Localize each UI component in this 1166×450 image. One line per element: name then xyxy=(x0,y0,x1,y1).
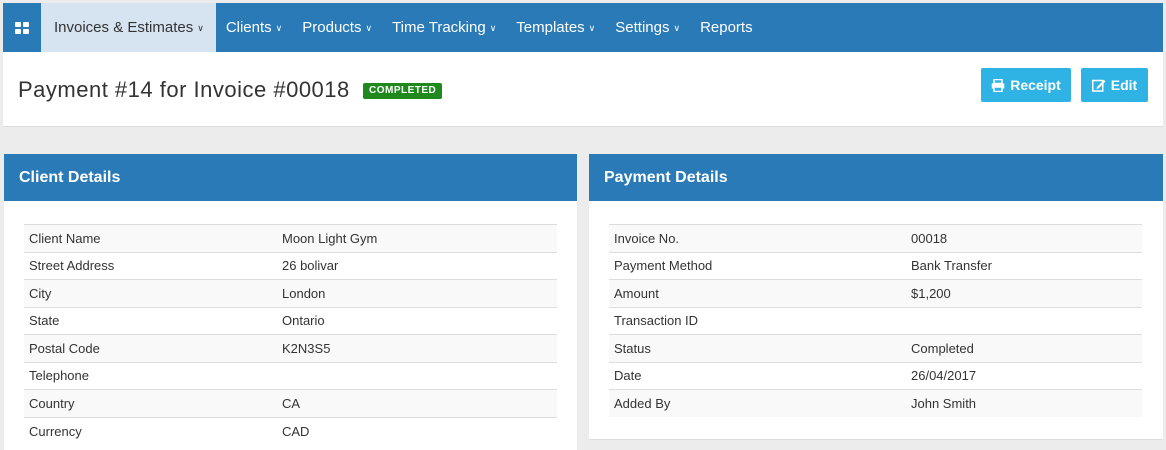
grid-icon xyxy=(15,21,29,34)
chevron-down-icon: ∨ xyxy=(197,23,204,33)
row-label: Payment Method xyxy=(614,258,713,274)
row-label: City xyxy=(29,285,52,301)
nav-label: Clients xyxy=(225,19,272,36)
nav-label: Reports xyxy=(700,19,753,36)
nav-templates[interactable]: Templates ∨ xyxy=(506,3,605,52)
table-row: Payment Method Bank Transfer xyxy=(609,252,1142,280)
table-row: Invoice No. 00018 xyxy=(609,224,1142,252)
table-row: Postal Code K2N3S5 xyxy=(24,334,557,362)
client-details-heading: Client Details xyxy=(4,154,577,201)
nav-label: Time Tracking xyxy=(392,19,486,36)
payment-details-panel: Payment Details Invoice No. 00018 Payment… xyxy=(589,154,1163,440)
row-value: Ontario xyxy=(282,313,325,329)
row-value: CAD xyxy=(282,423,310,439)
row-value: John Smith xyxy=(911,396,977,411)
client-details-panel: Client Details Client Name Moon Light Gym… xyxy=(4,154,577,450)
row-label: Status xyxy=(614,340,651,356)
row-label: Added By xyxy=(614,396,671,411)
table-row: Client Name Moon Light Gym xyxy=(24,224,557,252)
table-row: Status Completed xyxy=(609,334,1142,362)
nav-reports[interactable]: Reports xyxy=(690,3,763,52)
table-row: Telephone xyxy=(24,362,557,390)
row-value: Bank Transfer xyxy=(911,258,992,274)
row-label: Telephone xyxy=(29,368,89,384)
row-value: 26/04/2017 xyxy=(911,368,977,384)
row-value: CA xyxy=(282,395,301,411)
page-title: Payment #14 for Invoice #00018 xyxy=(18,77,350,102)
row-label: Amount xyxy=(614,285,659,301)
row-value xyxy=(277,362,557,390)
payment-details-heading: Payment Details xyxy=(589,154,1163,201)
nav-label: Templates xyxy=(516,19,585,36)
table-row: Added By John Smith xyxy=(609,389,1142,417)
page-header: Payment #14 for Invoice #00018 COMPLETED… xyxy=(3,52,1163,127)
nav-products[interactable]: Products ∨ xyxy=(292,3,382,52)
table-row: Country CA xyxy=(24,389,557,417)
edit-button[interactable]: Edit xyxy=(1081,68,1148,102)
row-value: Moon Light Gym xyxy=(282,230,378,246)
edit-label: Edit xyxy=(1110,77,1138,93)
chevron-down-icon: ∨ xyxy=(275,23,283,33)
row-label: Transaction ID xyxy=(614,313,699,329)
table-row: Currency CAD xyxy=(24,417,557,445)
table-row: Transaction ID xyxy=(609,307,1142,335)
payment-details-table: Invoice No. 00018 Payment Method Bank Tran… xyxy=(609,224,1142,417)
row-label: Country xyxy=(29,395,75,411)
row-value: $1,200 xyxy=(911,285,951,301)
edit-icon xyxy=(1091,79,1106,92)
status-badge: COMPLETED xyxy=(363,83,443,99)
row-label: Client Name xyxy=(29,230,101,246)
nav-label: Settings xyxy=(615,19,670,36)
row-label: Date xyxy=(614,368,642,384)
row-value: London xyxy=(282,285,326,301)
row-label: Currency xyxy=(29,423,82,439)
chevron-down-icon: ∨ xyxy=(365,23,373,33)
table-row: Street Address 26 bolivar xyxy=(24,252,557,280)
print-icon xyxy=(991,78,1005,92)
nav-invoices-estimates[interactable]: Invoices & Estimates ∨ xyxy=(41,3,216,52)
table-row: City London xyxy=(24,279,557,307)
row-value: Completed xyxy=(911,340,974,356)
table-row: State Ontario xyxy=(24,307,557,335)
top-navbar: Invoices & Estimates ∨ Clients ∨ Products ∨… xyxy=(3,3,1163,52)
receipt-label: Receipt xyxy=(1010,77,1061,93)
row-value: K2N3S5 xyxy=(282,340,331,356)
row-label: Invoice No. xyxy=(614,230,680,246)
row-label: State xyxy=(29,313,60,329)
row-label: Street Address xyxy=(29,258,115,274)
receipt-button[interactable]: Receipt xyxy=(981,68,1071,102)
chevron-down-icon: ∨ xyxy=(673,23,681,33)
chevron-down-icon: ∨ xyxy=(588,23,596,33)
nav-label: Products xyxy=(302,19,362,36)
row-value: 00018 xyxy=(911,230,948,246)
client-details-table: Client Name Moon Light Gym Street Address… xyxy=(24,224,557,445)
nav-label: Invoices & Estimates xyxy=(54,19,194,36)
row-value: 26 bolivar xyxy=(282,258,339,274)
table-row: Date 26/04/2017 xyxy=(609,362,1142,390)
table-row: Amount $1,200 xyxy=(609,279,1142,307)
row-value xyxy=(906,307,1142,335)
nav-settings[interactable]: Settings ∨ xyxy=(605,3,690,52)
nav-clients[interactable]: Clients ∨ xyxy=(216,3,292,52)
chevron-down-icon: ∨ xyxy=(489,23,497,33)
home-button[interactable] xyxy=(3,3,41,52)
row-label: Postal Code xyxy=(29,340,100,356)
nav-time-tracking[interactable]: Time Tracking ∨ xyxy=(382,3,506,52)
